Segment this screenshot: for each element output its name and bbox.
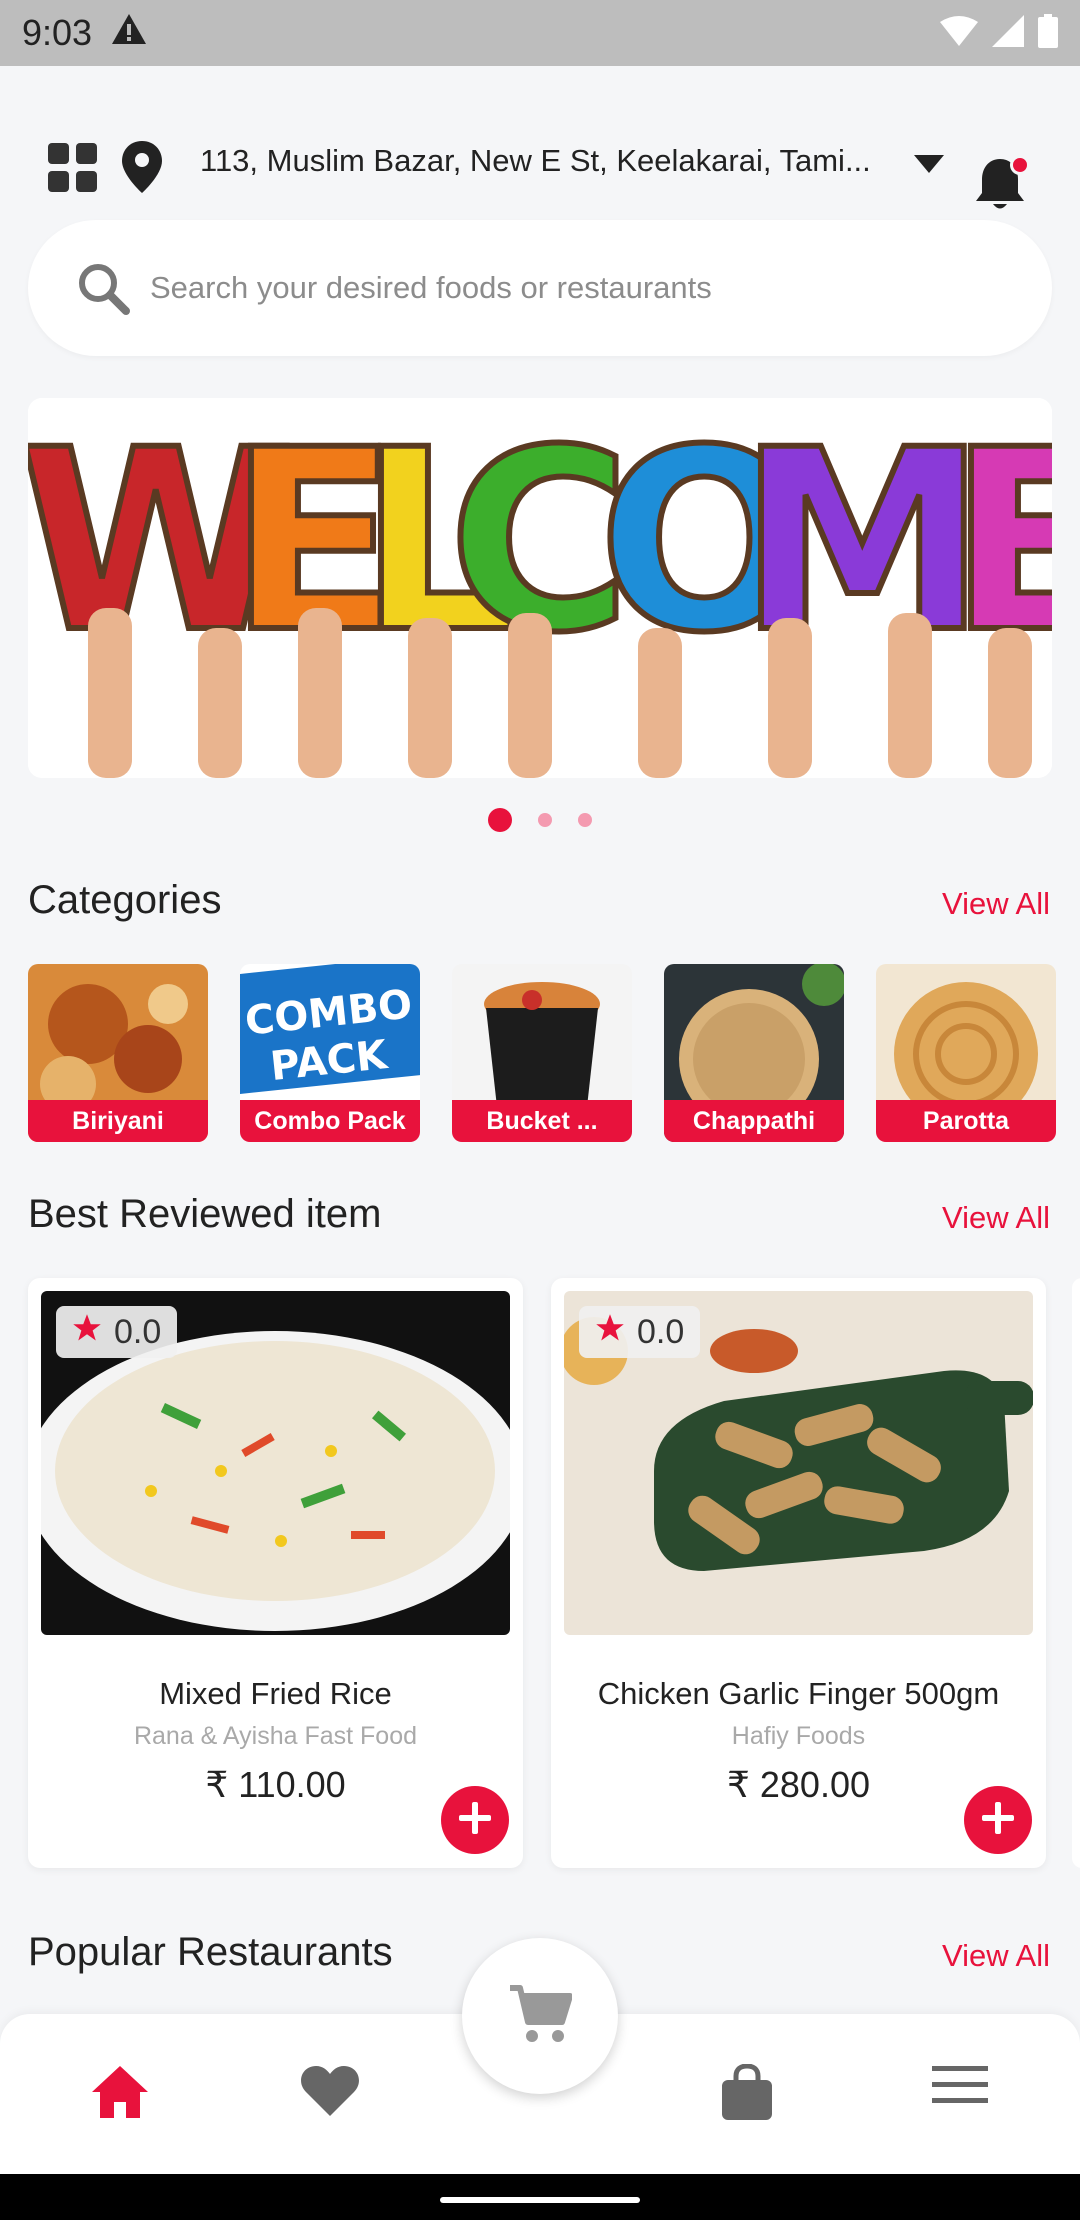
popular-restaurants-view-all-link[interactable]: View All <box>942 1938 1050 1974</box>
add-to-cart-button[interactable] <box>441 1786 509 1854</box>
popular-restaurants-title: Popular Restaurants <box>28 1930 393 1974</box>
category-label: Biriyani <box>28 1100 208 1142</box>
search-bar[interactable]: Search your desired foods or restaurants <box>28 220 1052 356</box>
rating-badge: 0.0 <box>56 1306 178 1358</box>
product-name: Mixed Fried Rice <box>159 1676 392 1711</box>
plus-icon <box>457 1800 493 1841</box>
battery-icon <box>1038 13 1058 53</box>
system-navigation-bar <box>0 2174 1080 2220</box>
chevron-down-icon[interactable] <box>914 155 948 179</box>
restaurant-name: Rana & Ayisha Fast Food <box>133 1722 418 1750</box>
rating-badge: 0.0 <box>579 1306 701 1358</box>
address-row: 113, Muslim Bazar, New E St, Keelakarai,… <box>0 111 1080 211</box>
category-label: Bucket ... <box>452 1100 632 1142</box>
location-pin-icon[interactable] <box>122 141 166 193</box>
home-gesture-pill[interactable] <box>440 2197 640 2203</box>
best-reviewed-title: Best Reviewed item <box>28 1192 382 1236</box>
product-name: Chicken Garlic Finger 500gm <box>597 1676 1000 1711</box>
search-placeholder: Search your desired foods or restaurants <box>150 270 712 305</box>
cart-button[interactable] <box>462 1938 618 2094</box>
delivery-address[interactable]: 113, Muslim Bazar, New E St, Keelakarai,… <box>200 143 900 179</box>
rating-value: 0.0 <box>637 1312 685 1351</box>
product-card[interactable]: 0.0 Mixed Fried Rice Rana & Ayisha Fast … <box>28 1278 523 1868</box>
categories-list: Biriyani COMBO PACK Combo Pack Bucket ..… <box>28 964 1080 1144</box>
warning-icon <box>110 12 148 55</box>
pagination-dot[interactable] <box>538 813 552 827</box>
star-icon <box>595 1313 625 1352</box>
category-combo-pack[interactable]: COMBO PACK Combo Pack <box>240 964 420 1142</box>
rating-value: 0.0 <box>114 1312 162 1351</box>
signal-icon <box>992 14 1024 52</box>
category-biriyani[interactable]: Biriyani <box>28 964 208 1142</box>
categories-title: Categories <box>28 878 222 922</box>
add-to-cart-button[interactable] <box>964 1786 1032 1854</box>
app-header: 113, Muslim Bazar, New E St, Keelakarai,… <box>0 66 1080 356</box>
star-icon <box>72 1313 102 1352</box>
category-chappathi[interactable]: Chappathi <box>664 964 844 1142</box>
category-label: Parotta <box>876 1100 1056 1142</box>
bell-icon[interactable] <box>974 155 1030 215</box>
category-label: Chappathi <box>664 1100 844 1142</box>
best-reviewed-list: 0.0 Mixed Fried Rice Rana & Ayisha Fast … <box>28 1278 1080 1868</box>
banner-pagination <box>0 808 1080 832</box>
notification-dot <box>1010 155 1030 175</box>
home-icon[interactable] <box>90 2064 150 2124</box>
shopping-bag-icon[interactable] <box>720 2063 780 2124</box>
categories-view-all-link[interactable]: View All <box>942 886 1050 922</box>
restaurant-name: Hafiy Foods <box>731 1722 866 1750</box>
plus-icon <box>980 1800 1016 1841</box>
category-label: Combo Pack <box>240 1100 420 1142</box>
pagination-dot-active[interactable] <box>488 808 512 832</box>
status-bar: 9:03 <box>0 0 1080 66</box>
category-bucket[interactable]: Bucket ... <box>452 964 632 1142</box>
pagination-dot[interactable] <box>578 813 592 827</box>
grid-icon[interactable] <box>48 143 98 193</box>
search-icon <box>76 261 130 315</box>
wifi-icon <box>940 15 978 51</box>
menu-icon[interactable] <box>932 2064 992 2124</box>
next-product-card-peek[interactable] <box>1072 1278 1080 1868</box>
promo-banner[interactable]: W E L C O M E <box>28 398 1052 778</box>
product-card[interactable]: 0.0 Chicken Garlic Finger 500gm Hafiy Fo… <box>551 1278 1046 1868</box>
category-parotta[interactable]: Parotta <box>876 964 1056 1142</box>
heart-icon[interactable] <box>300 2064 360 2124</box>
welcome-banner-image: W E L C O M E <box>28 398 1052 778</box>
best-reviewed-view-all-link[interactable]: View All <box>942 1200 1050 1236</box>
status-time: 9:03 <box>22 12 93 53</box>
cart-icon <box>508 1984 573 2049</box>
